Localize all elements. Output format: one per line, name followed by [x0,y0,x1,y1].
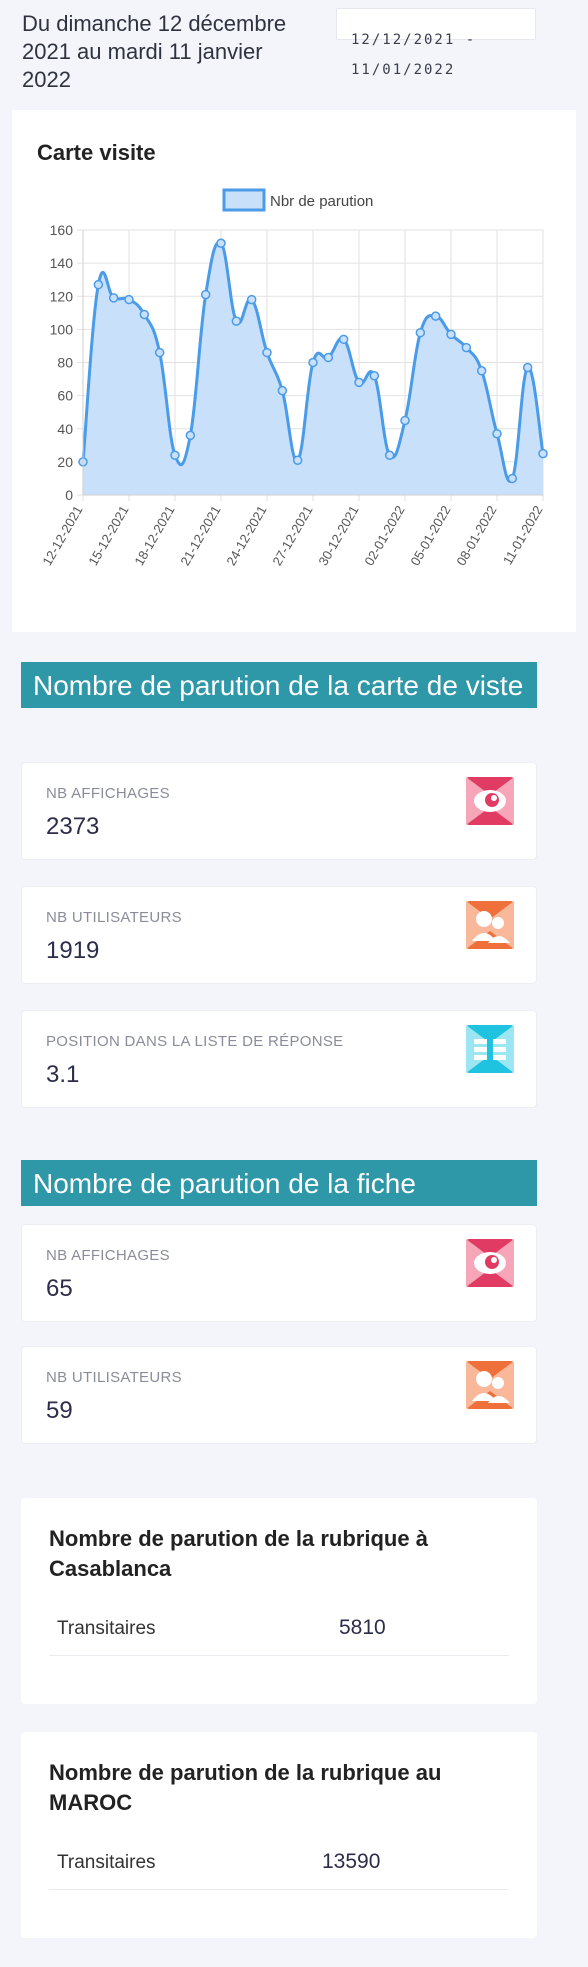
section-title-fiche: Nombre de parution de la fiche [33,1168,416,1199]
y-tick-label: 160 [50,222,74,238]
data-point [170,450,180,460]
stat-card-fiche-utilisateurs: NB UTILISATEURS 59 [21,1346,537,1444]
y-tick-label: 60 [57,388,73,404]
data-point [369,371,380,381]
stat-value: 3.1 [46,1061,80,1088]
stat-label: NB UTILISATEURS [46,1369,182,1386]
date-range-start: 12/12/2021 - [351,32,477,48]
data-point [354,377,364,388]
date-range-end: 11/01/2022 [351,62,456,78]
data-point [108,293,119,303]
data-point [154,347,165,358]
data-point [461,342,472,353]
x-tick-label: 30-12-2021 [315,503,361,568]
list-icon [466,1025,514,1073]
data-point [277,385,288,396]
y-tick-label: 140 [50,255,74,271]
y-tick-label: 20 [57,454,73,470]
data-point [430,311,441,321]
x-tick-label: 05-01-2022 [407,503,453,568]
data-point [323,352,334,363]
section-banner-carte: Nombre de parution de la carte de viste [21,662,537,708]
rubrique-row-count: 5810 [339,1616,386,1639]
x-tick-label: 18-12-2021 [131,503,177,568]
data-point [185,430,196,441]
x-tick-label: 02-01-2022 [361,503,407,568]
y-tick-label: 40 [57,421,73,437]
x-tick-label: 27-12-2021 [269,503,315,568]
data-point [522,362,533,373]
y-tick-label: 80 [57,355,73,371]
users-icon [466,1361,514,1409]
x-tick-label: 12-12-2021 [39,503,85,568]
data-point [262,347,272,358]
stat-label: NB AFFICHAGES [46,1247,170,1264]
rubrique-card-maroc: Nombre de parution de la rubrique au MAR… [21,1732,537,1938]
x-tick-label: 15-12-2021 [85,503,131,568]
stat-card-carte-position: POSITION DANS LA LISTE DE RÉPONSE 3.1 [21,1010,537,1108]
stat-label: NB AFFICHAGES [46,785,170,802]
data-point [308,357,318,368]
data-point [476,366,487,376]
parution-chart: 0 20 40 60 80 100 120 140 160 12-12-2021 15-12-202… [39,188,548,568]
stat-value: 1919 [46,937,100,964]
section-title-carte: Nombre de parution de la carte de viste [33,670,524,701]
stat-card-carte-utilisateurs: NB UTILISATEURS 1919 [21,886,537,984]
data-point [400,415,410,426]
stat-label: POSITION DANS LA LISTE DE RÉPONSE [46,1033,344,1050]
stat-label: NB UTILISATEURS [46,909,182,926]
x-tick-label: 11-01-2022 [500,503,546,567]
data-point [446,329,456,340]
period-header: Du dimanche 12 décembre 2021 au mardi 11… [22,10,312,94]
eye-icon [466,1239,514,1287]
data-point [292,455,303,465]
rubrique-title: Nombre de parution de la rubrique au MAR… [49,1760,442,1815]
eye-icon [466,777,514,825]
data-point [507,473,518,484]
section-banner-fiche: Nombre de parution de la fiche [21,1160,537,1206]
rubrique-row: Transitaires 5810 [49,1608,509,1656]
legend-swatch [222,188,266,212]
data-point [384,450,395,460]
data-point [200,289,211,300]
data-point [246,294,257,305]
rubrique-row-name: Transitaires [57,1852,156,1873]
legend-label: Nbr de parution [270,193,373,210]
stat-value: 2373 [46,813,100,840]
rubrique-card-casablanca: Nombre de parution de la rubrique à Casa… [21,1498,537,1704]
stat-card-carte-affichages: NB AFFICHAGES 2373 [21,762,537,860]
x-tick-label: 21-12-2021 [177,503,223,568]
rubrique-row-name: Transitaires [57,1618,156,1639]
data-point [231,316,242,326]
rubrique-row: Transitaires 13590 [49,1842,509,1890]
stat-value: 65 [46,1275,73,1302]
y-tick-label: 120 [50,288,74,304]
period-text: Du dimanche 12 décembre 2021 au mardi 11… [22,11,287,92]
stat-value: 59 [46,1397,73,1424]
stat-card-fiche-affichages: NB AFFICHAGES 65 [21,1224,537,1322]
y-tick-label: 0 [65,487,73,503]
data-point [124,294,134,305]
data-point [93,279,104,290]
data-point [415,327,426,338]
chart-card: Carte visite 0 20 40 60 80 100 120 140 160 12-12-… [12,110,576,632]
users-icon [466,901,514,949]
data-point [338,334,349,345]
date-range-picker[interactable]: 12/12/2021 - 11/01/2022 [336,8,536,78]
x-tick-label: 24-12-2021 [223,503,269,568]
x-tick-label: 08-01-2022 [453,503,499,568]
data-point [492,428,502,439]
data-point [216,238,226,248]
rubrique-title: Nombre de parution de la rubrique à Casa… [49,1526,428,1581]
data-point [139,309,150,320]
rubrique-row-count: 13590 [322,1850,381,1873]
y-tick-label: 100 [50,321,74,337]
data-point [538,448,548,459]
